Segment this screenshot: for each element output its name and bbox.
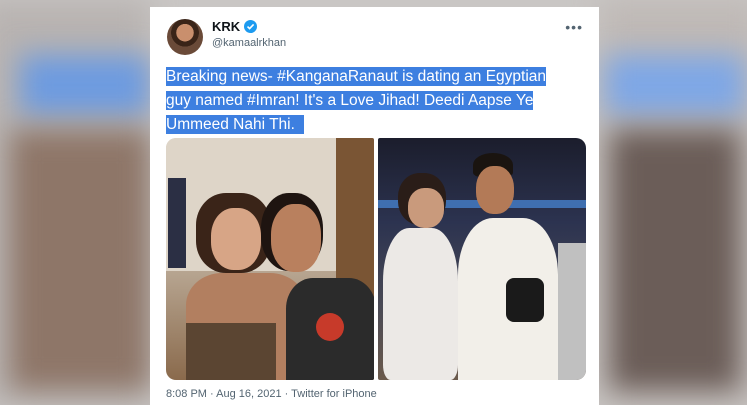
tweet-photo-2[interactable] [378, 138, 586, 380]
tweet-photo-1[interactable] [166, 138, 374, 380]
tweet-text-line: guy named #Imran! It's a Love Jihad! Dee… [166, 91, 534, 110]
tweet-timestamp[interactable]: 8:08 PM · Aug 16, 2021 · Twitter for iPh… [166, 388, 377, 400]
tweet-media [166, 138, 586, 380]
author-avatar[interactable] [167, 19, 203, 55]
author-name[interactable]: KRK [212, 19, 240, 34]
verified-icon [244, 20, 258, 33]
more-icon[interactable]: ••• [565, 19, 583, 35]
tweet-card: KRK @kamaalrkhan ••• Breaking news- #Kan… [150, 7, 599, 405]
author-handle[interactable]: @kamaalrkhan [212, 37, 286, 49]
tweet-text: Breaking news- #KanganaRanaut is dating … [166, 65, 596, 137]
author-name-row: KRK [212, 19, 258, 34]
tweet-text-line: Ummeed Nahi Thi. [166, 115, 295, 134]
tweet-text-line: Breaking news- #KanganaRanaut is dating … [166, 67, 547, 86]
